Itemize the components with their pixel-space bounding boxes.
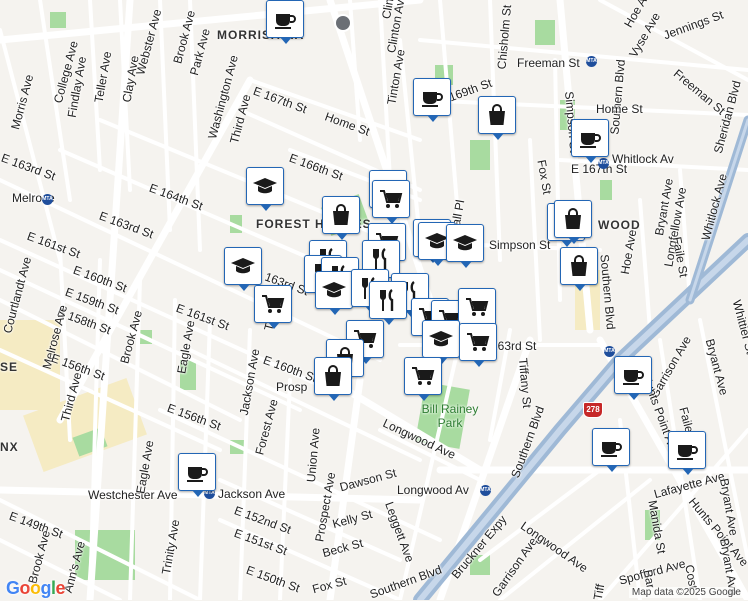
street-label: Longwood Av xyxy=(397,483,469,497)
route-shield: 278 xyxy=(583,402,603,418)
graduation-cap-marker[interactable] xyxy=(315,271,353,315)
shopping-cart-marker[interactable] xyxy=(404,357,442,401)
neighborhood-label: NX xyxy=(0,440,19,454)
coffee-icon xyxy=(620,362,646,388)
shopping-bag-marker[interactable] xyxy=(478,96,516,140)
coffee-marker[interactable] xyxy=(266,0,304,44)
subway-station-icon[interactable]: MTA xyxy=(598,158,609,169)
graduation-cap-icon xyxy=(321,277,347,303)
shopping-bag-icon xyxy=(560,206,586,232)
subway-station-icon[interactable]: MTA xyxy=(42,194,53,205)
street-label: Home St xyxy=(596,102,643,116)
shopping-cart-icon xyxy=(378,186,404,212)
street-label: Jackson Ave xyxy=(218,487,286,501)
graduation-cap-marker[interactable] xyxy=(446,224,484,268)
shopping-bag-marker[interactable] xyxy=(560,247,598,291)
street-label: 163rd St xyxy=(491,339,537,353)
restaurant-icon xyxy=(375,287,401,313)
subway-station-icon[interactable]: MTA xyxy=(480,485,491,496)
coffee-marker[interactable] xyxy=(571,119,609,163)
coffee-icon xyxy=(577,125,603,151)
graduation-cap-marker[interactable] xyxy=(422,320,460,364)
street-label: Prosp xyxy=(276,380,308,394)
shopping-bag-icon xyxy=(320,363,346,389)
coffee-marker[interactable] xyxy=(668,431,706,475)
restaurant-marker[interactable] xyxy=(369,281,407,325)
street-label: Simpson St xyxy=(489,238,551,252)
park-label[interactable]: Bill Rainey Park xyxy=(420,402,480,430)
coffee-marker[interactable] xyxy=(614,356,652,400)
shopping-cart-icon xyxy=(260,291,286,317)
street-label: Tiff xyxy=(590,582,608,601)
graduation-cap-icon xyxy=(252,173,278,199)
coffee-marker[interactable] xyxy=(178,453,216,497)
shopping-cart-icon xyxy=(410,363,436,389)
graduation-cap-icon xyxy=(230,253,256,279)
subway-station-icon[interactable]: MTA xyxy=(586,56,597,67)
shopping-bag-icon xyxy=(484,102,510,128)
coffee-icon xyxy=(598,434,624,460)
graduation-cap-marker[interactable] xyxy=(224,247,262,291)
graduation-cap-marker[interactable] xyxy=(246,167,284,211)
street-label: Freeman St xyxy=(517,56,580,70)
graduation-cap-icon xyxy=(452,230,478,256)
shopping-bag-marker[interactable] xyxy=(554,200,592,244)
coffee-icon xyxy=(272,6,298,32)
shopping-bag-icon xyxy=(566,253,592,279)
shopping-cart-marker[interactable] xyxy=(458,288,496,332)
shopping-cart-marker[interactable] xyxy=(254,285,292,329)
graduation-cap-icon xyxy=(428,326,454,352)
coffee-icon xyxy=(674,437,700,463)
google-logo: Google xyxy=(6,578,66,598)
coffee-icon xyxy=(419,84,445,110)
shopping-cart-marker[interactable] xyxy=(459,323,497,367)
shopping-cart-icon xyxy=(465,329,491,355)
neighborhood-label: SE xyxy=(0,360,19,374)
map-attribution[interactable]: Map data ©2025 Google xyxy=(628,587,744,598)
shopping-bag-icon xyxy=(328,202,354,228)
university-icon[interactable] xyxy=(334,14,352,32)
shopping-cart-marker[interactable] xyxy=(372,180,410,224)
coffee-icon xyxy=(184,459,210,485)
shopping-cart-icon xyxy=(464,294,490,320)
shopping-bag-marker[interactable] xyxy=(314,357,352,401)
coffee-marker[interactable] xyxy=(592,428,630,472)
shopping-bag-marker[interactable] xyxy=(322,196,360,240)
coffee-marker[interactable] xyxy=(413,78,451,122)
subway-station-icon[interactable]: MTA xyxy=(604,346,615,357)
